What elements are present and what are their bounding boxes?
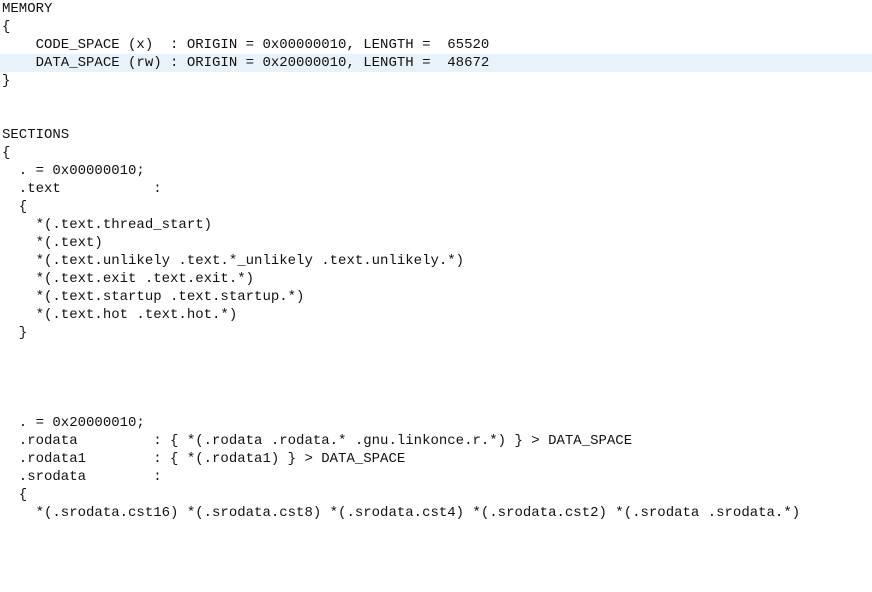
code-line <box>0 342 872 360</box>
code-line: . = 0x00000010; <box>0 162 872 180</box>
code-line: .rodata1 : { *(.rodata1) } > DATA_SPACE <box>0 450 872 468</box>
code-line: SECTIONS <box>0 126 872 144</box>
code-line: .text : <box>0 180 872 198</box>
code-line: CODE_SPACE (x) : ORIGIN = 0x00000010, LE… <box>0 36 872 54</box>
code-line: DATA_SPACE (rw) : ORIGIN = 0x20000010, L… <box>0 54 872 72</box>
code-line: { <box>0 144 872 162</box>
code-line: *(.text.exit .text.exit.*) <box>0 270 872 288</box>
code-line: MEMORY <box>0 0 872 18</box>
code-line: *(.text.thread_start) <box>0 216 872 234</box>
code-line: . = 0x20000010; <box>0 414 872 432</box>
code-line <box>0 360 872 378</box>
code-line <box>0 108 872 126</box>
code-line: } <box>0 324 872 342</box>
code-line: .rodata : { *(.rodata .rodata.* .gnu.lin… <box>0 432 872 450</box>
code-line: *(.text.hot .text.hot.*) <box>0 306 872 324</box>
linker-script-code-block: MEMORY{ CODE_SPACE (x) : ORIGIN = 0x0000… <box>0 0 872 522</box>
code-line <box>0 90 872 108</box>
code-line <box>0 378 872 396</box>
code-line: } <box>0 72 872 90</box>
code-line: *(.srodata.cst16) *(.srodata.cst8) *(.sr… <box>0 504 872 522</box>
code-line: *(.text.unlikely .text.*_unlikely .text.… <box>0 252 872 270</box>
code-line: { <box>0 18 872 36</box>
code-line: { <box>0 198 872 216</box>
code-line: { <box>0 486 872 504</box>
code-line <box>0 396 872 414</box>
code-line: *(.text.startup .text.startup.*) <box>0 288 872 306</box>
code-line: *(.text) <box>0 234 872 252</box>
code-line: .srodata : <box>0 468 872 486</box>
